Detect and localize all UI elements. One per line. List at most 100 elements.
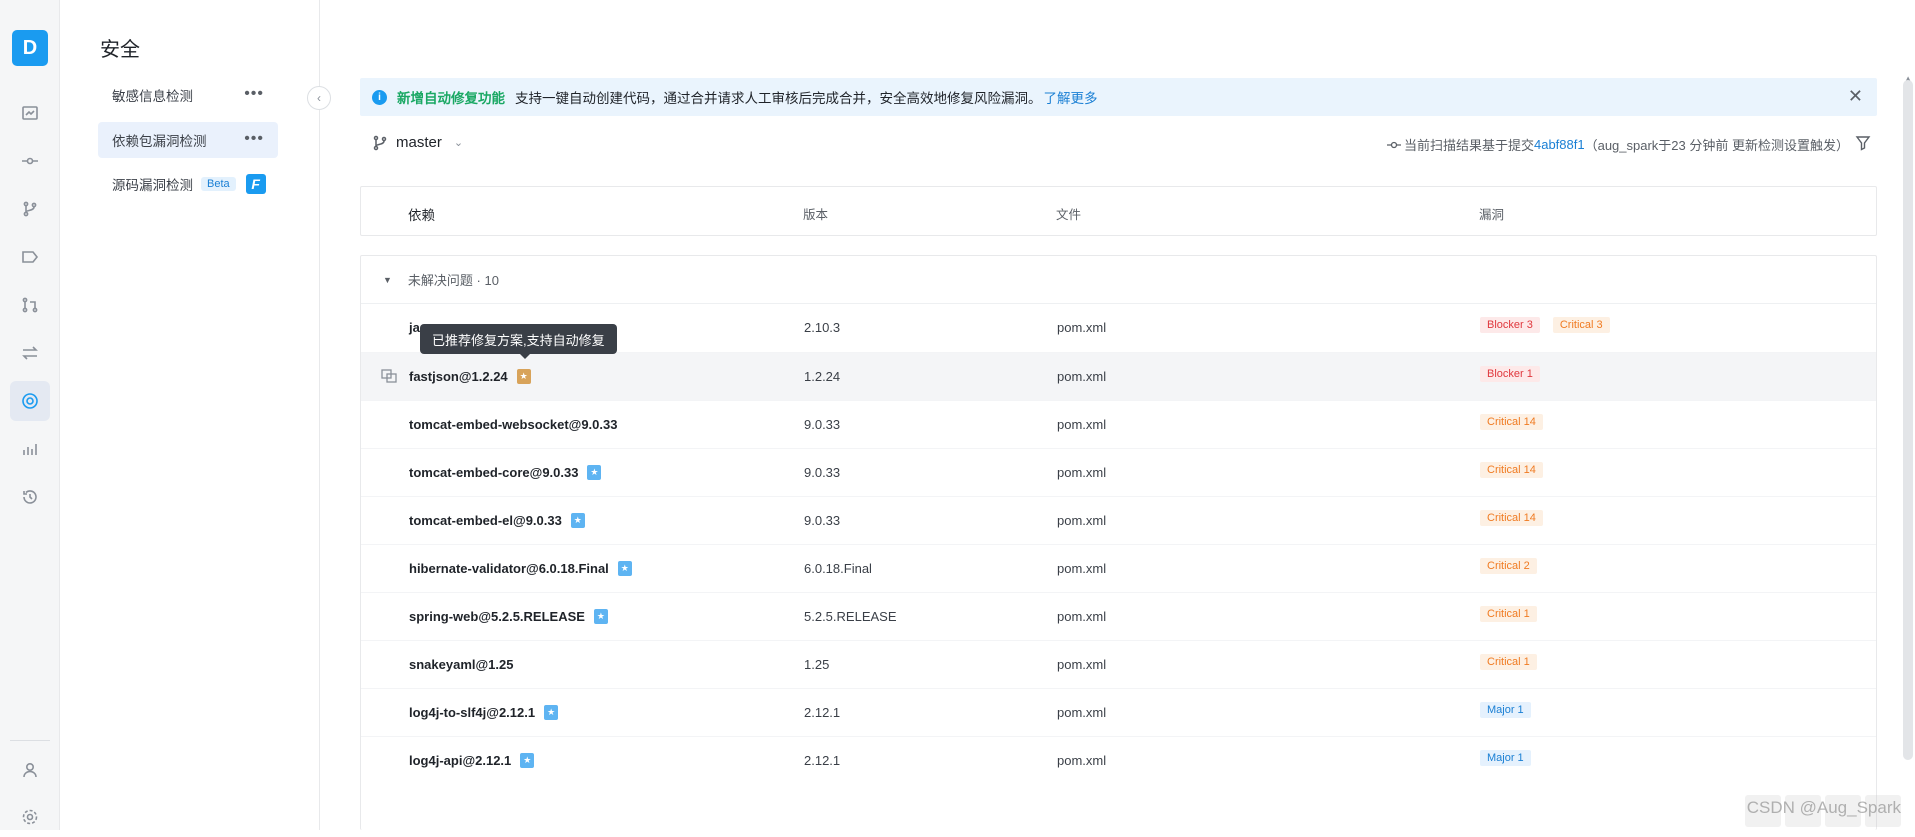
dashboard-icon[interactable] xyxy=(10,93,50,133)
user-icon[interactable] xyxy=(10,750,50,790)
severity-badge-critical[interactable]: Critical 14 xyxy=(1480,462,1543,478)
compare-icon[interactable] xyxy=(10,333,50,373)
table-row[interactable]: log4j-api@2.12.1 ★ 2.12.1 pom.xml Major 1 xyxy=(361,736,1876,784)
subnav-item-dependency-vuln[interactable]: 依赖包漏洞检测 ••• xyxy=(98,122,278,158)
auto-fix-badge-icon[interactable]: ★ xyxy=(516,369,531,384)
severity-badge-critical[interactable]: Critical 14 xyxy=(1480,510,1543,526)
subnav-item-label: 源码漏洞检测 xyxy=(112,178,193,193)
auto-fix-badge-icon[interactable]: ★ xyxy=(593,609,608,624)
learn-more-link[interactable]: 了解更多 xyxy=(1044,87,1098,107)
file-cell[interactable]: pom.xml xyxy=(1057,513,1106,528)
history-icon[interactable] xyxy=(10,477,50,517)
group-header-unresolved[interactable]: ▼ 未解决问题 · 10 xyxy=(361,256,1876,304)
file-cell[interactable]: pom.xml xyxy=(1057,609,1106,624)
branch-name: master xyxy=(396,134,442,151)
auto-fix-badge-icon[interactable]: ★ xyxy=(617,561,632,576)
file-cell[interactable]: pom.xml xyxy=(1057,753,1106,768)
merge-request-icon[interactable] xyxy=(10,285,50,325)
table-row[interactable]: snakeyaml@1.25 1.25 pom.xml Critical 1 xyxy=(361,640,1876,688)
file-cell[interactable]: pom.xml xyxy=(1057,369,1106,384)
table-row[interactable]: log4j-to-slf4j@2.12.1 ★ 2.12.1 pom.xml Major… xyxy=(361,688,1876,736)
file-cell[interactable]: pom.xml xyxy=(1057,561,1106,576)
vuln-cell: Major 1 xyxy=(1480,702,1531,718)
vuln-cell: Critical 14 xyxy=(1480,510,1543,526)
severity-badge-major[interactable]: Major 1 xyxy=(1480,750,1531,766)
branch-selector[interactable]: master ⌄ xyxy=(372,134,463,151)
tag-icon[interactable] xyxy=(10,237,50,277)
version-cell: 6.0.18.Final xyxy=(804,561,872,576)
severity-badge-critical[interactable]: Critical 2 xyxy=(1480,558,1537,574)
subnav-item-source-vuln[interactable]: 源码漏洞检测 Beta F xyxy=(98,166,278,202)
severity-badge-blocker[interactable]: Blocker 3 xyxy=(1480,317,1540,333)
table-row[interactable]: spring-web@5.2.5.RELEASE ★ 5.2.5.RELEASE po… xyxy=(361,592,1876,640)
severity-badge-critical[interactable]: Critical 1 xyxy=(1480,654,1537,670)
beta-badge: Beta xyxy=(201,177,236,191)
severity-badge-blocker[interactable]: Blocker 1 xyxy=(1480,366,1540,382)
subnav-item-sensitive-info[interactable]: 敏感信息检测 ••• xyxy=(98,77,278,113)
dependency-name[interactable]: spring-web@5.2.5.RELEASE ★ xyxy=(409,609,608,624)
file-cell[interactable]: pom.xml xyxy=(1057,705,1106,720)
scanner-logo-icon: F xyxy=(245,174,266,194)
table-row[interactable]: tomcat-embed-websocket@9.0.33 9.0.33 pom.x… xyxy=(361,400,1876,448)
dependency-label: tomcat-embed-websocket@9.0.33 xyxy=(409,417,618,432)
severity-badge-critical[interactable]: Critical 14 xyxy=(1480,414,1543,430)
version-cell: 1.2.24 xyxy=(804,369,841,384)
commit-icon[interactable] xyxy=(10,141,50,181)
more-icon[interactable]: ••• xyxy=(244,86,264,102)
settings-icon[interactable] xyxy=(10,797,50,837)
version-cell: 9.0.33 xyxy=(804,417,841,432)
table-row[interactable]: fastjson@1.2.24 ★ 1.2.24 pom.xml Blocker 1 xyxy=(361,352,1876,400)
subnav-item-label: 依赖包漏洞检测 xyxy=(112,134,207,149)
auto-fix-banner: i 新增自动修复功能 支持一键自动创建代码，通过合并请求人工审核后完成合并，安全… xyxy=(360,78,1877,116)
table-row[interactable]: tomcat-embed-el@9.0.33 ★ 9.0.33 pom.xml Crit… xyxy=(361,496,1876,544)
table-row[interactable]: tomcat-embed-core@9.0.33 ★ 9.0.33 pom.xml Cr… xyxy=(361,448,1876,496)
vuln-cell: Major 1 xyxy=(1480,750,1531,766)
scan-info: 当前扫描结果基于提交 4abf88f1 （aug_spark于23 分钟前 更新… xyxy=(1386,135,1849,154)
severity-badge-critical[interactable]: Critical 1 xyxy=(1480,606,1537,622)
file-cell[interactable]: pom.xml xyxy=(1057,417,1106,432)
auto-fix-badge-icon[interactable]: ★ xyxy=(520,753,535,768)
security-icon[interactable] xyxy=(10,381,50,421)
dependency-name[interactable]: tomcat-embed-core@9.0.33 ★ xyxy=(409,465,602,480)
dependency-name[interactable]: fastjson@1.2.24 ★ xyxy=(409,369,531,384)
caret-down-icon[interactable]: ▼ xyxy=(383,275,392,285)
analytics-icon[interactable] xyxy=(10,429,50,469)
dependency-name[interactable]: hibernate-validator@6.0.18.Final ★ xyxy=(409,561,632,576)
project-avatar[interactable]: D xyxy=(12,30,48,66)
commit-link[interactable]: 4abf88f1 xyxy=(1534,137,1585,152)
group-label: 未解决问题 · 10 xyxy=(407,273,499,288)
security-subnav: 安全 敏感信息检测 ••• 依赖包漏洞检测 ••• 源码漏洞检测 Beta F xyxy=(60,0,320,830)
version-cell: 2.12.1 xyxy=(804,753,841,768)
auto-fix-badge-icon[interactable]: ★ xyxy=(587,465,602,480)
copy-icon[interactable] xyxy=(381,369,397,383)
dependency-name[interactable]: tomcat-embed-websocket@9.0.33 xyxy=(409,417,617,432)
file-cell[interactable]: pom.xml xyxy=(1057,320,1106,335)
auto-fix-badge-icon[interactable]: ★ xyxy=(544,705,559,720)
file-cell[interactable]: pom.xml xyxy=(1057,657,1106,672)
column-header-dependency: 依赖 xyxy=(408,208,435,223)
more-icon[interactable]: ••• xyxy=(244,131,264,147)
severity-badge-major[interactable]: Major 1 xyxy=(1480,702,1531,718)
table-row[interactable]: hibernate-validator@6.0.18.Final ★ 6.0.18.… xyxy=(361,544,1876,592)
column-header-vuln: 漏洞 xyxy=(1479,208,1505,222)
version-cell: 5.2.5.RELEASE xyxy=(804,609,897,624)
dependency-name[interactable]: tomcat-embed-el@9.0.33 ★ xyxy=(409,513,585,528)
dependency-name[interactable]: log4j-api@2.12.1 ★ xyxy=(409,753,535,768)
auto-fix-badge-icon[interactable]: ★ xyxy=(570,513,585,528)
scrollbar[interactable] xyxy=(1903,80,1913,760)
column-header-file: 文件 xyxy=(1056,208,1082,222)
version-cell: 1.25 xyxy=(804,657,830,672)
dependency-label: log4j-to-slf4j@2.12.1 xyxy=(409,705,536,720)
collapse-sidebar-button[interactable]: ‹ xyxy=(307,86,331,110)
dependency-name[interactable]: snakeyaml@1.25 xyxy=(409,657,513,672)
vuln-cell: Critical 14 xyxy=(1480,462,1543,478)
dependency-name[interactable]: log4j-to-slf4j@2.12.1 ★ xyxy=(409,705,559,720)
dependency-label: hibernate-validator@6.0.18.Final xyxy=(409,561,609,576)
version-cell: 9.0.33 xyxy=(804,513,841,528)
subnav-item-label: 敏感信息检测 xyxy=(112,89,193,104)
file-cell[interactable]: pom.xml xyxy=(1057,465,1106,480)
severity-badge-critical[interactable]: Critical 3 xyxy=(1552,317,1610,333)
close-icon[interactable]: ✕ xyxy=(1848,87,1863,105)
filter-icon[interactable] xyxy=(1855,135,1871,151)
branch-icon[interactable] xyxy=(10,189,50,229)
